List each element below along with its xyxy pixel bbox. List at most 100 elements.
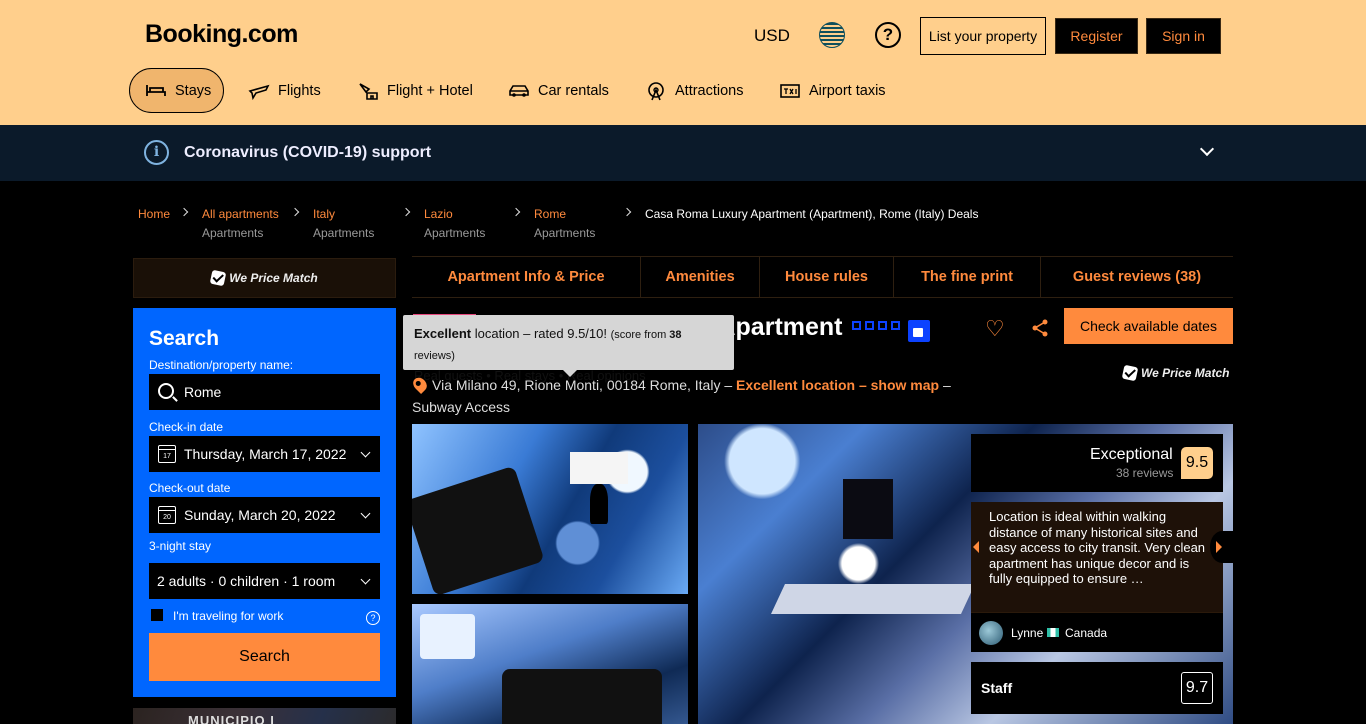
tab-amenities[interactable]: Amenities <box>641 257 760 297</box>
guests-value: 2 adults · 0 children · 1 room <box>157 573 336 589</box>
search-title: Search <box>149 327 220 350</box>
thumbs-up-icon[interactable] <box>908 320 930 342</box>
help-icon[interactable]: ? <box>366 611 380 625</box>
breadcrumb-current: Casa Roma Luxury Apartment (Apartment), … <box>645 207 979 221</box>
language-flag-icon[interactable] <box>819 22 845 48</box>
avatar <box>979 621 1003 645</box>
chevron-down-icon <box>360 574 371 585</box>
info-icon: i <box>144 140 169 165</box>
tab-guest-reviews[interactable]: Guest reviews (38) <box>1041 257 1233 297</box>
nav-car-rentals[interactable]: Car rentals <box>508 68 609 113</box>
breadcrumb-sub-dropdown[interactable]: Apartments <box>202 226 263 240</box>
tab-apartment-info[interactable]: Apartment Info & Price <box>412 257 641 297</box>
price-match-badge[interactable]: We Price Match <box>133 258 396 298</box>
tab-fine-print[interactable]: The fine print <box>894 257 1041 297</box>
staff-score-badge: 9.7 <box>1181 672 1213 704</box>
checkout-date-field[interactable]: 20 Sunday, March 20, 2022 <box>149 497 380 533</box>
review-score-badge: 9.5 <box>1181 447 1213 479</box>
search-button[interactable]: Search <box>149 633 380 681</box>
photo-detail <box>771 584 975 614</box>
chevron-down-icon <box>360 447 371 458</box>
photo-detail <box>590 484 608 524</box>
list-property-button[interactable]: List your property <box>920 17 1046 55</box>
guests-selector[interactable]: 2 adults · 0 children · 1 room <box>149 563 380 599</box>
nav-stays[interactable]: Stays <box>129 68 224 113</box>
check-available-dates-button[interactable]: Check available dates <box>1064 308 1233 344</box>
nav-airport-taxis-label: Airport taxis <box>809 82 886 99</box>
reviewer-country: Canada <box>1065 626 1108 640</box>
bed-icon <box>146 84 166 96</box>
price-match-label: We Price Match <box>229 271 318 285</box>
checkin-date-field[interactable]: 17 Thursday, March 17, 2022 <box>149 436 380 472</box>
nav-stays-label: Stays <box>175 82 212 99</box>
photo-detail <box>502 669 662 724</box>
share-icon[interactable] <box>1030 318 1050 338</box>
review-score-word: Exceptional <box>1090 446 1173 463</box>
review-count: 38 reviews <box>1116 466 1174 480</box>
chevron-right-icon <box>511 207 521 217</box>
covid-support-text[interactable]: Coronavirus (COVID-19) support <box>184 144 431 162</box>
price-match-label: We Price Match <box>1141 366 1230 380</box>
star-icon <box>865 321 874 330</box>
star-icon <box>891 321 900 330</box>
photo-detail <box>412 465 545 594</box>
breadcrumb-rome[interactable]: Rome <box>534 207 566 221</box>
nav-attractions[interactable]: Attractions <box>645 68 744 113</box>
checkout-value: Sunday, March 20, 2022 <box>184 507 336 523</box>
help-icon[interactable]: ? <box>875 22 901 48</box>
nav-flight-hotel[interactable]: Flight + Hotel <box>357 68 473 113</box>
photo-detail <box>843 479 893 539</box>
nav-flights-label: Flights <box>278 82 321 99</box>
star-icon <box>878 321 887 330</box>
photo-detail <box>420 614 475 659</box>
currency-button[interactable]: USD <box>754 26 790 46</box>
chevron-right-icon <box>179 207 189 217</box>
property-photo[interactable] <box>412 424 688 594</box>
work-travel-label[interactable]: I'm traveling for work <box>173 609 283 623</box>
car-icon <box>509 84 529 97</box>
show-map-link[interactable]: Excellent location – show map <box>736 377 939 393</box>
booking-logo[interactable]: Booking.com <box>145 20 298 49</box>
reviewer-name: Lynne <box>1011 626 1044 640</box>
work-travel-checkbox[interactable] <box>151 609 163 621</box>
breadcrumb-home[interactable]: Home <box>138 207 170 221</box>
property-address: Via Milano 49, Rione Monti, 00184 Rome, … <box>410 374 972 418</box>
carousel-prev-icon[interactable] <box>973 541 979 553</box>
tooltip-bold: Excellent <box>414 326 472 341</box>
property-photo[interactable] <box>412 604 688 724</box>
heart-icon[interactable]: ♡ <box>985 318 1005 340</box>
plane-icon <box>248 84 270 100</box>
tab-house-rules[interactable]: House rules <box>760 257 894 297</box>
breadcrumb-sub-dropdown[interactable]: Apartments <box>424 226 485 240</box>
calendar-icon: 17 <box>158 445 176 463</box>
destination-input[interactable]: Rome <box>149 374 380 410</box>
breadcrumb-all-apartments[interactable]: All apartments <box>202 207 279 221</box>
checkmark-badge-icon <box>209 269 227 287</box>
map-label: MUNICIPIO I <box>188 713 275 724</box>
nav-flights[interactable]: Flights <box>248 68 321 113</box>
carousel-next-icon[interactable] <box>1210 531 1234 563</box>
property-tabs: Apartment Info & Price Amenities House r… <box>412 256 1233 298</box>
nav-airport-taxis[interactable]: Airport taxis <box>779 68 886 113</box>
sign-in-button[interactable]: Sign in <box>1146 18 1221 54</box>
calendar-icon: 20 <box>158 506 176 524</box>
taxi-icon <box>780 83 800 98</box>
star-icon <box>852 321 861 330</box>
breadcrumb-italy[interactable]: Italy <box>313 207 335 221</box>
breadcrumb-sub-dropdown[interactable]: Apartments <box>313 226 374 240</box>
tooltip-small-pre: (score from <box>610 329 667 341</box>
breadcrumb-sub-dropdown[interactable]: Apartments <box>534 226 595 240</box>
map-thumbnail[interactable]: MUNICIPIO I <box>133 708 396 724</box>
nav-flight-hotel-label: Flight + Hotel <box>387 82 473 99</box>
breadcrumb-lazio[interactable]: Lazio <box>424 207 453 221</box>
price-match-badge[interactable]: We Price Match <box>1121 364 1230 382</box>
review-quote-text: Location is ideal within walking distanc… <box>989 509 1206 586</box>
tooltip-small-post: reviews) <box>414 350 455 362</box>
flight-hotel-icon <box>359 82 378 100</box>
search-icon <box>158 383 174 399</box>
chevron-right-icon <box>401 207 411 217</box>
chevron-right-icon <box>290 207 300 217</box>
tooltip-text: location – rated 9.5/10! <box>474 326 607 341</box>
register-button[interactable]: Register <box>1055 18 1138 54</box>
ferris-wheel-icon <box>648 81 664 100</box>
